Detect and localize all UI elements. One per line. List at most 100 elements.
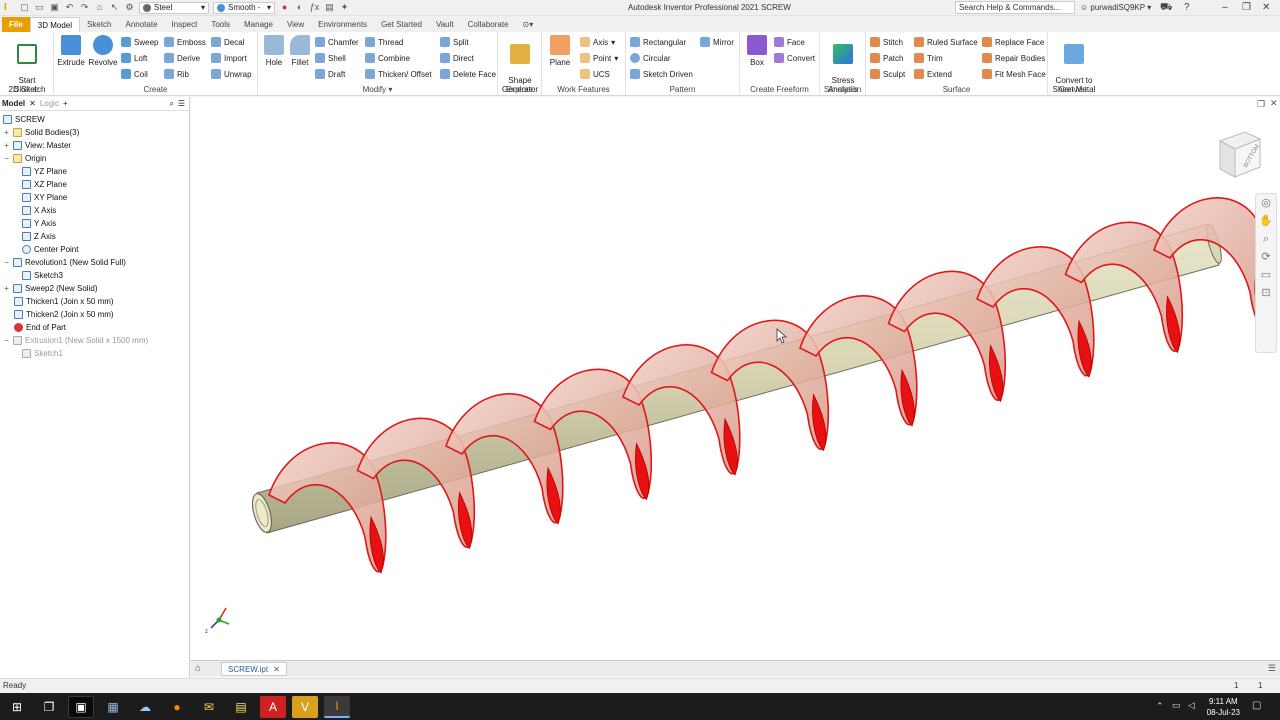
extrude-button[interactable]: Extrude	[56, 35, 86, 67]
emboss-button[interactable]: Emboss	[164, 36, 206, 48]
stitch-button[interactable]: Stitch	[870, 36, 903, 48]
box-button[interactable]: Box	[744, 35, 770, 67]
redo-icon[interactable]: ↷	[79, 2, 90, 13]
trim-button[interactable]: Trim	[914, 52, 943, 64]
browser-search-icon[interactable]: ⌕	[169, 99, 173, 109]
user-account[interactable]: ☺ purwadiSQ9KP ▾	[1080, 3, 1151, 12]
clear-icon[interactable]: ◐	[294, 2, 305, 13]
thread-button[interactable]: Thread	[365, 36, 403, 48]
tab-sketch[interactable]: Sketch	[80, 17, 118, 32]
tree-item-y-axis[interactable]: Y Axis	[22, 217, 56, 230]
decal-button[interactable]: Decal	[211, 36, 244, 48]
tab-3d-model[interactable]: 3D Model	[29, 17, 81, 32]
close-icon[interactable]: ✕	[273, 663, 280, 675]
screw-model[interactable]	[191, 97, 1280, 660]
home-icon[interactable]: ⌂	[94, 2, 105, 13]
patch-button[interactable]: Patch	[870, 52, 903, 64]
zoom-all-icon[interactable]: ⊡	[1256, 284, 1276, 302]
point-button[interactable]: Point ▾	[580, 52, 618, 64]
mirror-button[interactable]: Mirror	[700, 36, 734, 48]
derive-button[interactable]: Derive	[164, 52, 200, 64]
revolve-button[interactable]: Revolve	[88, 35, 118, 67]
view-cube[interactable]: BOTTOM	[1215, 129, 1265, 181]
select-icon[interactable]: ↖	[109, 2, 120, 13]
face-button[interactable]: Face	[774, 36, 805, 48]
cart-icon[interactable]: ⛟	[1160, 2, 1173, 13]
acrobat-app-icon[interactable]: A	[260, 695, 286, 718]
thicken-offset-button[interactable]: Thicken/ Offset	[365, 68, 432, 80]
tab-view[interactable]: View	[280, 17, 311, 32]
help-search-input[interactable]: Search Help & Commands...	[955, 1, 1075, 14]
import-button[interactable]: Import	[211, 52, 247, 64]
extend-button[interactable]: Extend	[914, 68, 952, 80]
collapse-icon[interactable]: −	[3, 258, 10, 267]
file-explorer-icon[interactable]: ▤	[228, 696, 254, 718]
tab-inspect[interactable]: Inspect	[165, 17, 205, 32]
tab-model[interactable]: Model	[2, 99, 25, 108]
restore-icon[interactable]: ❐	[1242, 2, 1251, 13]
volume-icon[interactable]: ◁	[1188, 700, 1195, 711]
tab-file[interactable]: File	[2, 17, 30, 32]
pan-icon[interactable]: ✋	[1256, 212, 1276, 230]
sweep-button[interactable]: Sweep	[121, 36, 158, 48]
tree-item-thicken2[interactable]: Thicken2 (Join x 50 mm)	[14, 308, 114, 321]
appearance-select[interactable]: Smooth - ▾	[213, 1, 276, 14]
chamfer-button[interactable]: Chamfer	[315, 36, 359, 48]
tree-item-x-axis[interactable]: X Axis	[22, 204, 56, 217]
look-at-icon[interactable]: ▭	[1256, 266, 1276, 284]
graphics-window[interactable]: BOTTOM ❐ ✕ z	[191, 97, 1280, 660]
collapse-icon[interactable]: −	[3, 336, 10, 345]
close-viewport-icon[interactable]: ✕	[1270, 98, 1278, 109]
loft-button[interactable]: Loft	[121, 52, 147, 64]
coil-button[interactable]: Coil	[121, 68, 148, 80]
fillet-button[interactable]: Fillet	[287, 35, 313, 67]
material-select[interactable]: Steel ▾	[139, 1, 210, 14]
notifications-icon[interactable]: ▢	[1252, 700, 1261, 711]
delete-face-button[interactable]: Delete Face	[440, 68, 496, 80]
terminal-app-icon[interactable]: ▣	[68, 695, 94, 718]
update-icon[interactable]: ⚙	[124, 2, 135, 13]
tree-item-revolution1[interactable]: − Revolution1 (New Solid Full)	[3, 256, 126, 269]
tree-item-z-axis[interactable]: Z Axis	[22, 230, 56, 243]
tree-item-center-point[interactable]: Center Point	[22, 243, 78, 256]
collapse-icon[interactable]: −	[3, 154, 10, 163]
fit-mesh-face-button[interactable]: Fit Mesh Face	[982, 68, 1046, 80]
tree-item-origin[interactable]: − Origin	[3, 152, 46, 165]
expand-icon[interactable]: +	[3, 128, 10, 137]
home-icon[interactable]: ⌂	[195, 663, 201, 674]
tree-item-end-of-part[interactable]: End of Part	[14, 321, 66, 334]
rectangular-pattern-button[interactable]: Rectangular	[630, 36, 686, 48]
open-icon[interactable]: ▭	[34, 2, 45, 13]
calculator-app-icon[interactable]: ▦	[100, 696, 126, 718]
tab-environments[interactable]: Environments	[311, 17, 374, 32]
replace-face-button[interactable]: Replace Face	[982, 36, 1044, 48]
document-tab-screw[interactable]: SCREW.ipt ✕	[221, 661, 287, 676]
chat-app-icon[interactable]: ☁	[132, 696, 158, 718]
draft-button[interactable]: Draft	[315, 68, 345, 80]
new-file-icon[interactable]: ▢	[19, 2, 30, 13]
tab-manage[interactable]: Manage	[237, 17, 280, 32]
tree-item-yz-plane[interactable]: YZ Plane	[22, 165, 67, 178]
unwrap-button[interactable]: Unwrap	[211, 68, 252, 80]
combine-button[interactable]: Combine	[365, 52, 410, 64]
tab-vault[interactable]: Vault	[429, 17, 461, 32]
hole-button[interactable]: Hole	[261, 35, 287, 67]
tray-chevron-icon[interactable]: ⌃	[1156, 701, 1164, 712]
split-button[interactable]: Split	[440, 36, 469, 48]
zoom-icon[interactable]: ⌕	[1256, 230, 1276, 248]
color-icon[interactable]: ●	[279, 2, 290, 13]
system-clock[interactable]: 9:11 AM 08-Jul-23	[1207, 696, 1240, 718]
shell-button[interactable]: Shell	[315, 52, 346, 64]
convert-button[interactable]: Convert	[774, 52, 815, 64]
browser-menu-icon[interactable]: ☰	[178, 99, 185, 108]
rib-button[interactable]: Rib	[164, 68, 189, 80]
tree-item-view[interactable]: + View: Master	[3, 139, 71, 152]
tab-tools[interactable]: Tools	[204, 17, 237, 32]
circular-pattern-button[interactable]: Circular	[630, 52, 671, 64]
axis-button[interactable]: Axis ▾	[580, 36, 615, 48]
help-icon[interactable]: ?	[1184, 2, 1190, 13]
tree-item-sketch3[interactable]: Sketch3	[22, 269, 63, 282]
tree-item-xz-plane[interactable]: XZ Plane	[22, 178, 67, 191]
orbit-icon[interactable]: ⟳	[1256, 248, 1276, 266]
undo-icon[interactable]: ↶	[64, 2, 75, 13]
